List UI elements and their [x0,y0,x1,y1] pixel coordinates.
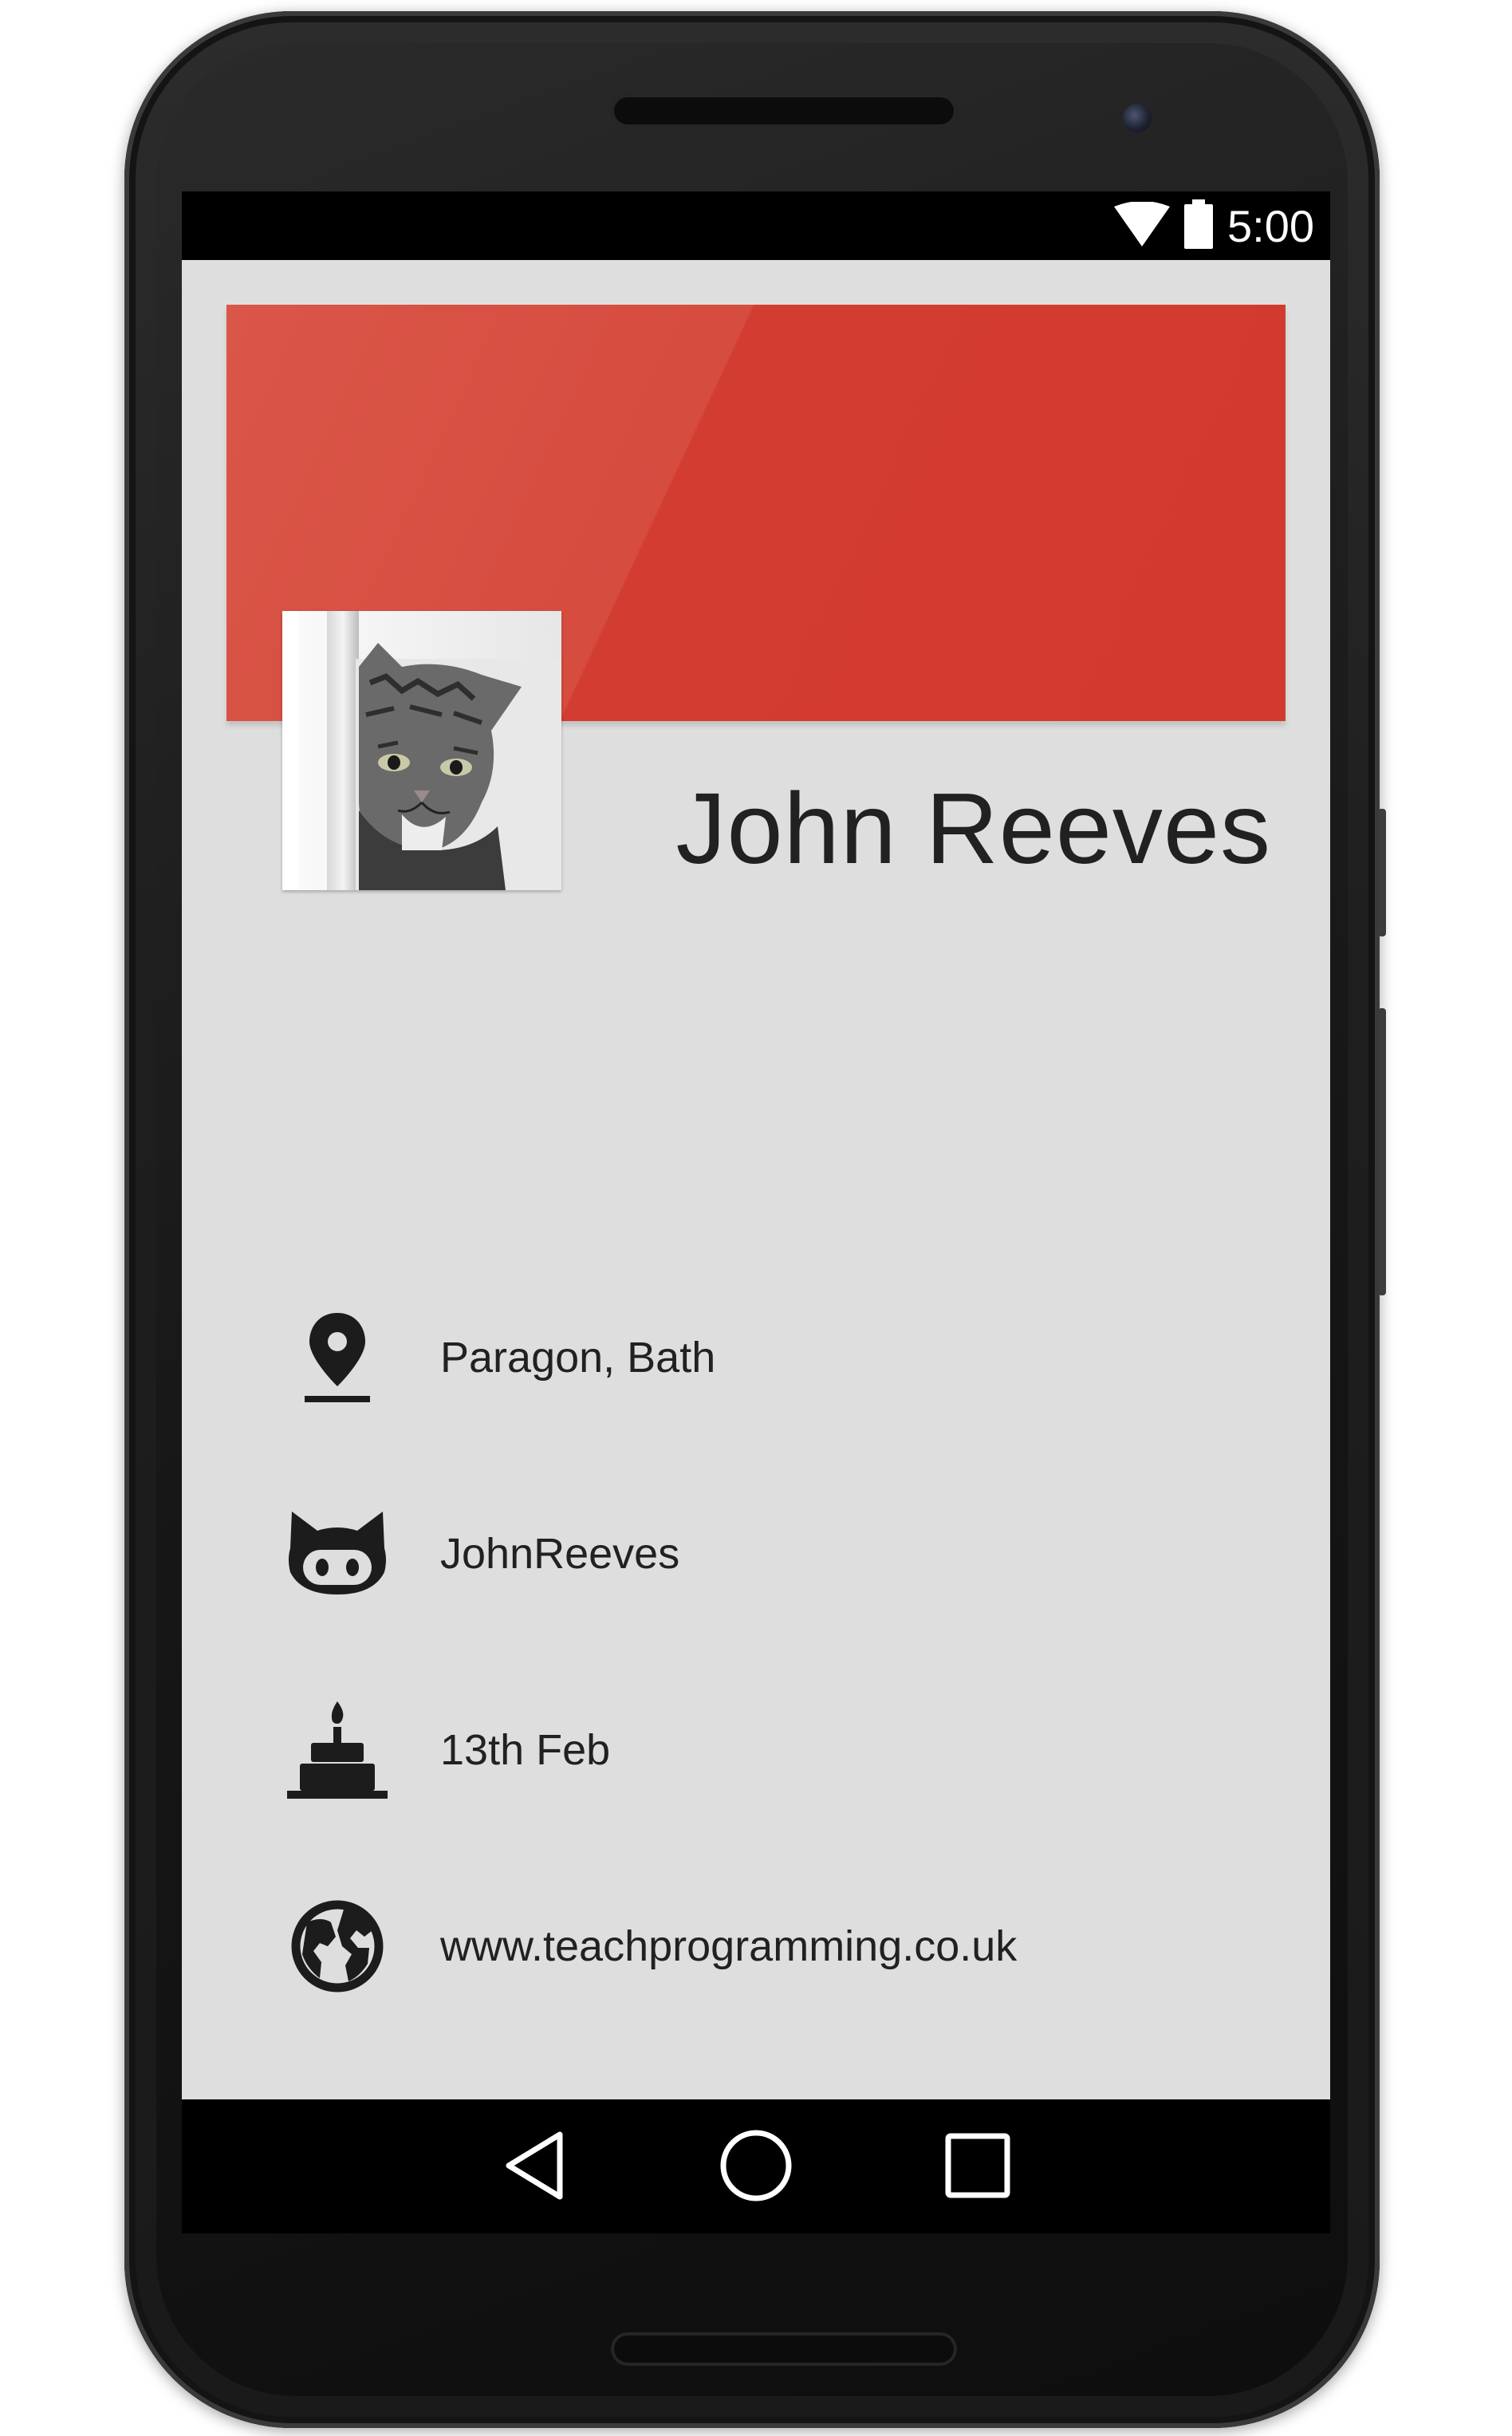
back-button[interactable] [490,2123,578,2211]
recents-button[interactable] [934,2123,1022,2211]
github-icon [285,1502,389,1606]
info-text-birthday: 13th Feb [440,1726,611,1774]
cat-photo [282,611,561,890]
profile-screen: John Reeves Paragon, Bath JohnReeves 13t… [182,260,1330,2099]
location-pin-icon [285,1306,389,1409]
info-row-location[interactable]: Paragon, Bath [285,1302,715,1413]
info-text-website: www.teachprogramming.co.uk [440,1922,1018,1970]
home-button[interactable] [712,2123,800,2211]
navigation-bar [182,2099,1330,2233]
info-row-github[interactable]: JohnReeves [285,1498,679,1610]
power-button [1378,1008,1386,1295]
status-bar: 5:00 [182,191,1330,260]
recents-icon [944,2132,1011,2202]
back-icon [502,2130,566,2205]
bottom-speaker [611,2332,957,2366]
top-speaker [611,94,957,128]
info-row-website[interactable]: www.teachprogramming.co.uk [285,1890,1017,2002]
globe-icon [285,1894,389,1998]
volume-button [1378,809,1386,936]
status-time: 5:00 [1227,200,1314,251]
profile-name: John Reeves [675,772,1271,885]
info-text-location: Paragon, Bath [440,1334,716,1382]
home-icon [718,2127,794,2207]
avatar[interactable] [282,611,561,890]
info-row-birthday[interactable]: 13th Feb [285,1694,610,1806]
battery-icon [1183,199,1215,252]
front-camera [1123,104,1152,132]
info-text-github: JohnReeves [440,1530,680,1578]
cake-icon [285,1698,389,1802]
device-screen: 5:00 John Reeves Paragon, Bath JohnReeve… [182,191,1330,2233]
wifi-icon [1114,201,1170,250]
